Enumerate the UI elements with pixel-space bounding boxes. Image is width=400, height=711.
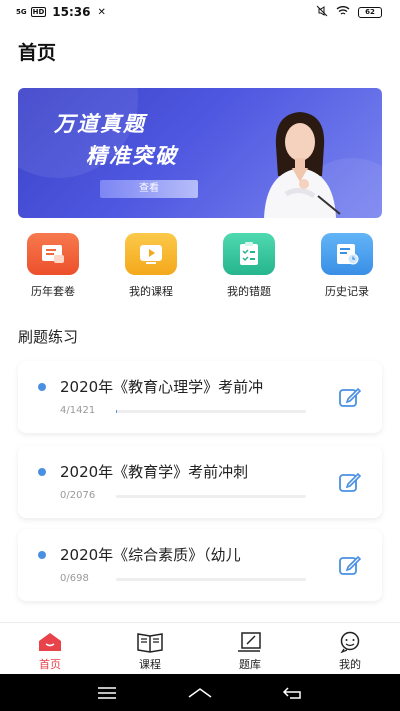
signal-indicator: 5G (16, 7, 27, 16)
progress-bar (116, 495, 306, 498)
status-bar: 5G HD 15:36 ✕ 62 (0, 0, 400, 24)
bullet-dot (38, 551, 46, 559)
menu-icon[interactable] (92, 683, 122, 703)
video-play-icon (125, 233, 177, 275)
mute-icon (316, 5, 328, 20)
edit-icon[interactable] (338, 386, 362, 408)
practice-card[interactable]: 2020年《综合素质》（幼儿 0/698 (18, 529, 382, 601)
practice-title: 2020年《综合素质》（幼儿 (60, 546, 241, 564)
nav-label-home: 首页 (39, 658, 61, 671)
nav-tab-profile[interactable]: 我的 (300, 623, 400, 674)
home-button-icon[interactable] (185, 683, 215, 703)
back-icon[interactable] (278, 683, 308, 703)
nav-tab-courses[interactable]: 课程 (100, 623, 200, 674)
nav-tab-question-bank[interactable]: 题库 (200, 623, 300, 674)
nav-tab-home[interactable]: 首页 (0, 623, 100, 674)
home-icon (36, 631, 64, 653)
progress-count: 0/698 (60, 573, 89, 584)
quick-label-my-mistakes: 我的错题 (227, 285, 271, 298)
nav-label-courses: 课程 (139, 658, 161, 671)
practice-title: 2020年《教育心理学》考前冲 (60, 378, 264, 396)
nav-label-question-bank: 题库 (239, 658, 261, 671)
quick-label-my-courses: 我的课程 (129, 285, 173, 298)
bullet-dot (38, 468, 46, 476)
page-title: 首页 (18, 42, 57, 64)
progress-bar (116, 578, 306, 581)
practice-card[interactable]: 2020年《教育学》考前冲刺 0/2076 (18, 446, 382, 518)
presenter-illustration (264, 112, 341, 218)
history-icon (321, 233, 373, 275)
edit-icon[interactable] (338, 471, 362, 493)
progress-fill (116, 410, 117, 413)
checklist-icon (223, 233, 275, 275)
quick-label-past-papers: 历年套卷 (31, 285, 75, 298)
banner-headline: 万道真题 (54, 112, 146, 136)
quick-item-my-mistakes[interactable]: 我的错题 (214, 233, 284, 299)
book-icon (136, 631, 164, 653)
edit-icon[interactable] (338, 554, 362, 576)
tools-icon: ✕ (97, 6, 106, 18)
question-bank-icon (236, 631, 264, 653)
progress-count: 0/2076 (60, 490, 96, 501)
promo-banner[interactable]: 万道真题 精准突破 查看 (18, 88, 382, 218)
hd-indicator: HD (30, 7, 47, 17)
banner-subheadline: 精准突破 (86, 144, 178, 168)
battery-icon: 62 (358, 6, 382, 18)
practice-card[interactable]: 2020年《教育心理学》考前冲 4/1421 (18, 361, 382, 433)
quick-item-my-courses[interactable]: 我的课程 (116, 233, 186, 299)
practice-title: 2020年《教育学》考前冲刺 (60, 463, 249, 481)
wifi-icon (336, 5, 350, 19)
section-title: 刷题练习 (18, 328, 79, 346)
progress-count: 4/1421 (60, 405, 96, 416)
view-button[interactable]: 查看 (100, 180, 198, 198)
quick-label-history: 历史记录 (325, 285, 369, 298)
profile-icon (336, 631, 364, 653)
bottom-nav: 首页 课程 题库 我的 (0, 622, 400, 674)
nav-label-profile: 我的 (339, 658, 361, 671)
bullet-dot (38, 383, 46, 391)
document-icon (27, 233, 79, 275)
progress-bar (116, 410, 306, 413)
quick-menu: 历年套卷 我的课程 我的错题 历史记录 (18, 233, 382, 299)
quick-item-history[interactable]: 历史记录 (312, 233, 382, 299)
status-time: 15:36 (52, 5, 91, 19)
quick-item-past-papers[interactable]: 历年套卷 (18, 233, 88, 299)
system-nav-bar (0, 674, 400, 711)
